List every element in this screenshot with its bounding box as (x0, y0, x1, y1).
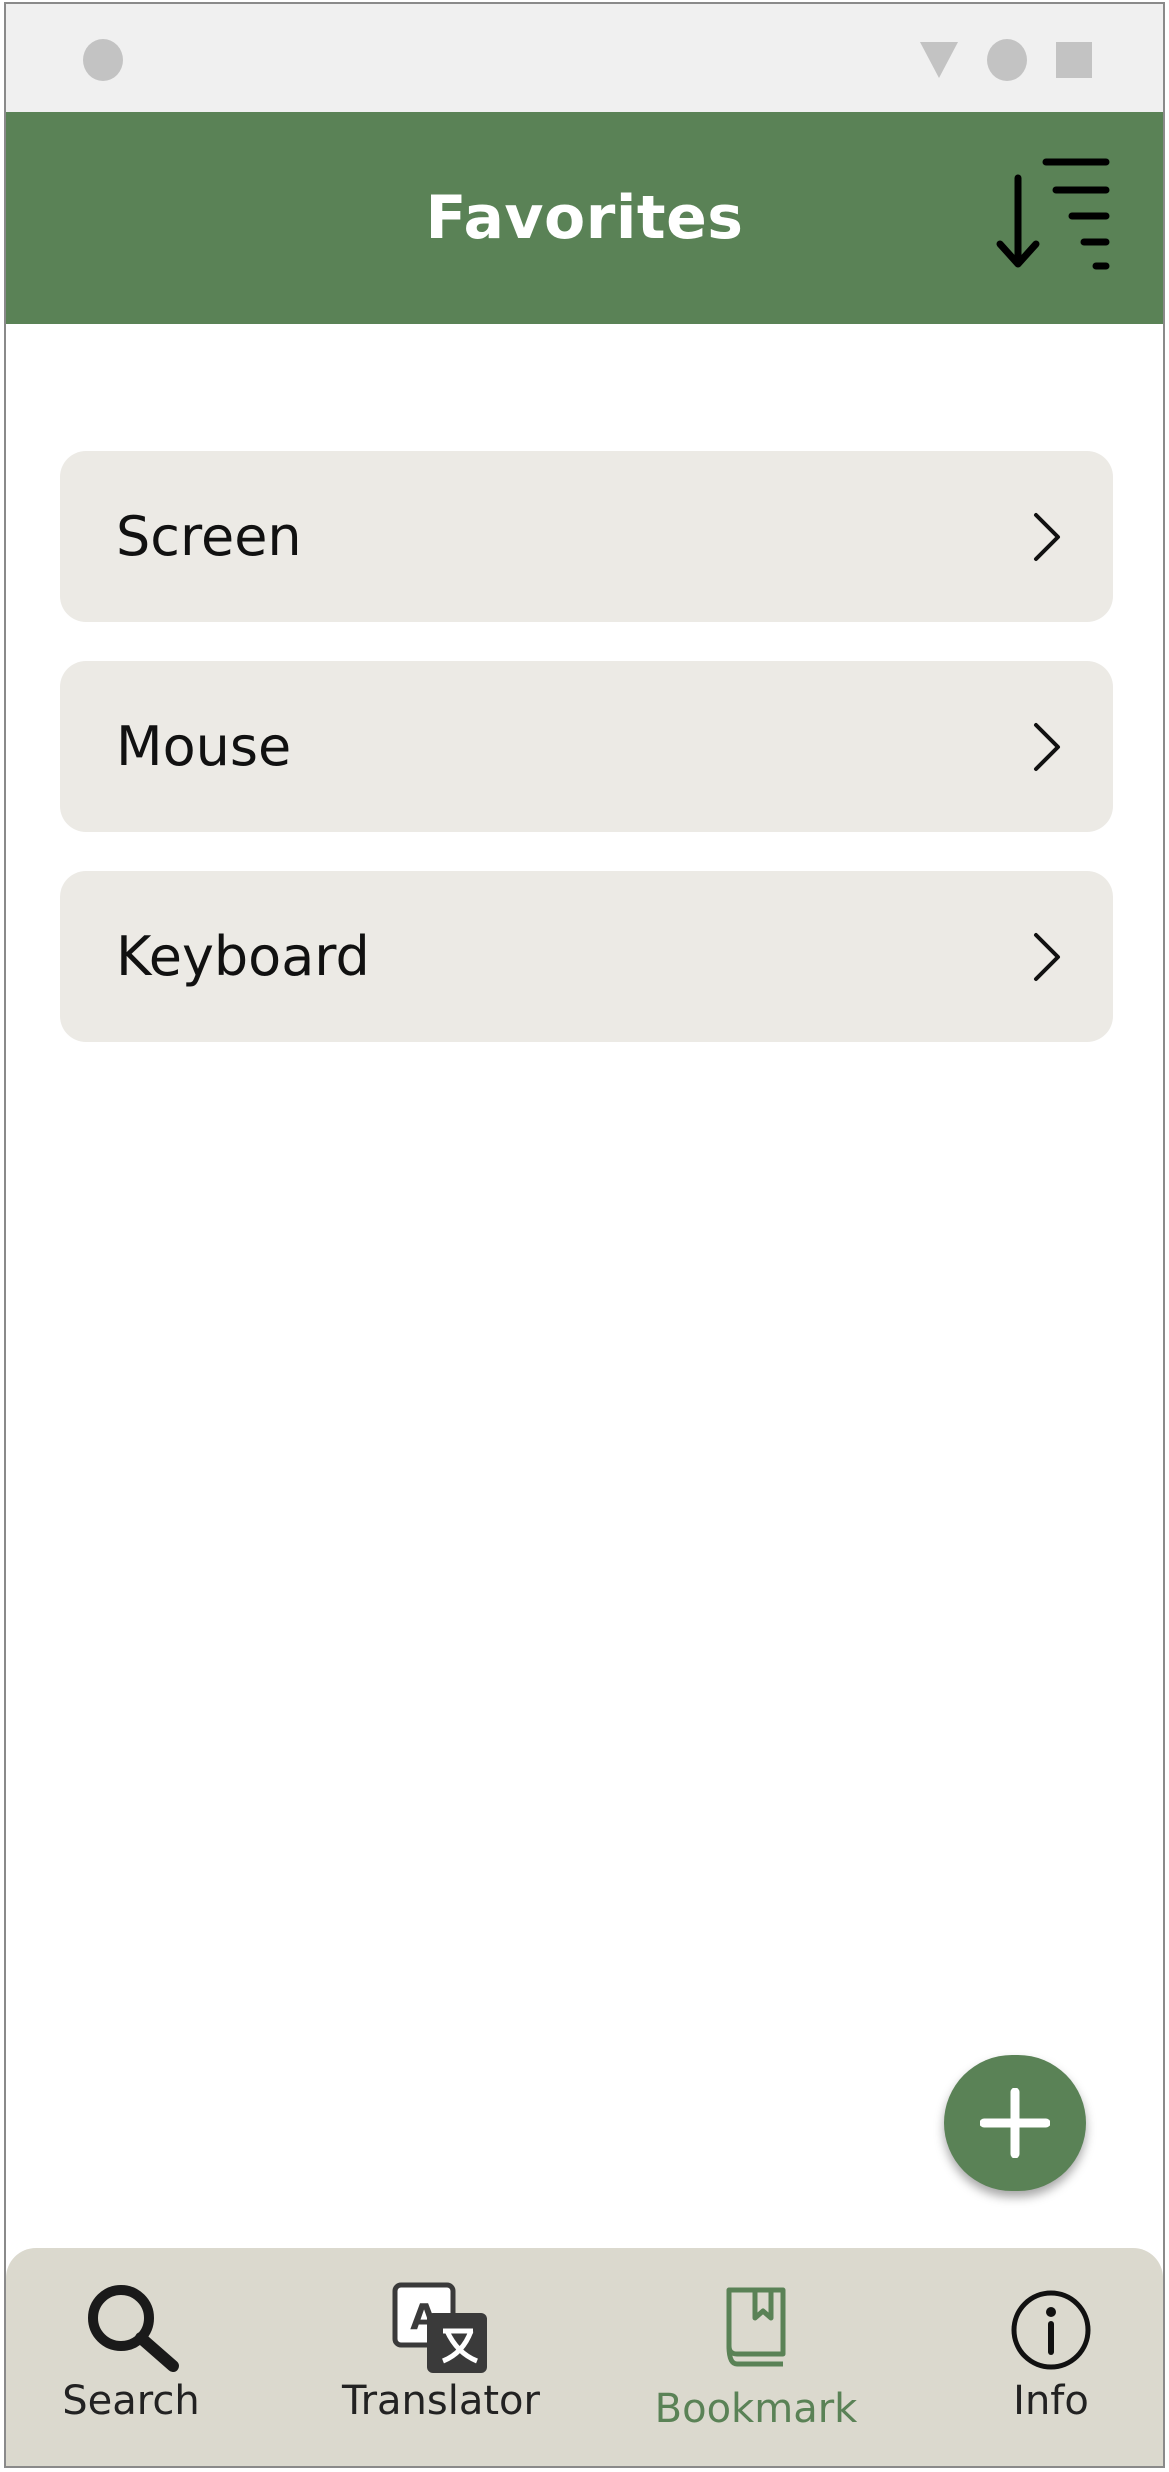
battery-icon (1056, 42, 1092, 78)
search-icon (79, 2278, 183, 2372)
chevron-right-icon (1026, 929, 1066, 985)
favorite-item-label: Mouse (116, 715, 292, 778)
status-bar (6, 4, 1163, 112)
nav-label-search: Search (62, 2378, 200, 2424)
favorite-item-keyboard[interactable]: Keyboard (60, 871, 1113, 1042)
nav-item-info[interactable]: Info (986, 2248, 1116, 2466)
favorites-list: Screen Mouse Keyboard (60, 451, 1113, 1081)
nav-item-search[interactable]: Search (46, 2248, 216, 2466)
translate-icon: A (391, 2281, 491, 2377)
sort-button[interactable] (996, 156, 1112, 276)
page-title: Favorites (425, 183, 744, 253)
nav-item-translator[interactable]: A Translator (326, 2248, 556, 2466)
nav-label-bookmark: Bookmark (654, 2386, 858, 2432)
wifi-icon (987, 39, 1027, 81)
nav-item-bookmark[interactable]: Bookmark (646, 2248, 866, 2466)
favorite-item-screen[interactable]: Screen (60, 451, 1113, 622)
nav-label-info: Info (1013, 2378, 1089, 2424)
chevron-right-icon (1026, 719, 1066, 775)
info-icon (1009, 2288, 1093, 2372)
favorite-item-label: Keyboard (116, 925, 370, 988)
favorite-item-label: Screen (116, 505, 302, 568)
phone-frame: Favorites Screen Mouse Keyboard Search A… (4, 2, 1165, 2468)
favorite-item-mouse[interactable]: Mouse (60, 661, 1113, 832)
bottom-nav: Search A Translator Bookmark Info (6, 2248, 1163, 2466)
signal-icon (920, 42, 958, 78)
bookmark-book-icon (721, 2284, 791, 2370)
nav-label-translator: Translator (342, 2378, 540, 2424)
add-favorite-button[interactable] (944, 2055, 1086, 2191)
plus-icon (980, 2088, 1050, 2158)
sort-descending-icon (996, 158, 1110, 270)
chevron-right-icon (1026, 509, 1066, 565)
app-bar: Favorites (6, 112, 1163, 324)
notification-dot-icon (83, 39, 123, 81)
